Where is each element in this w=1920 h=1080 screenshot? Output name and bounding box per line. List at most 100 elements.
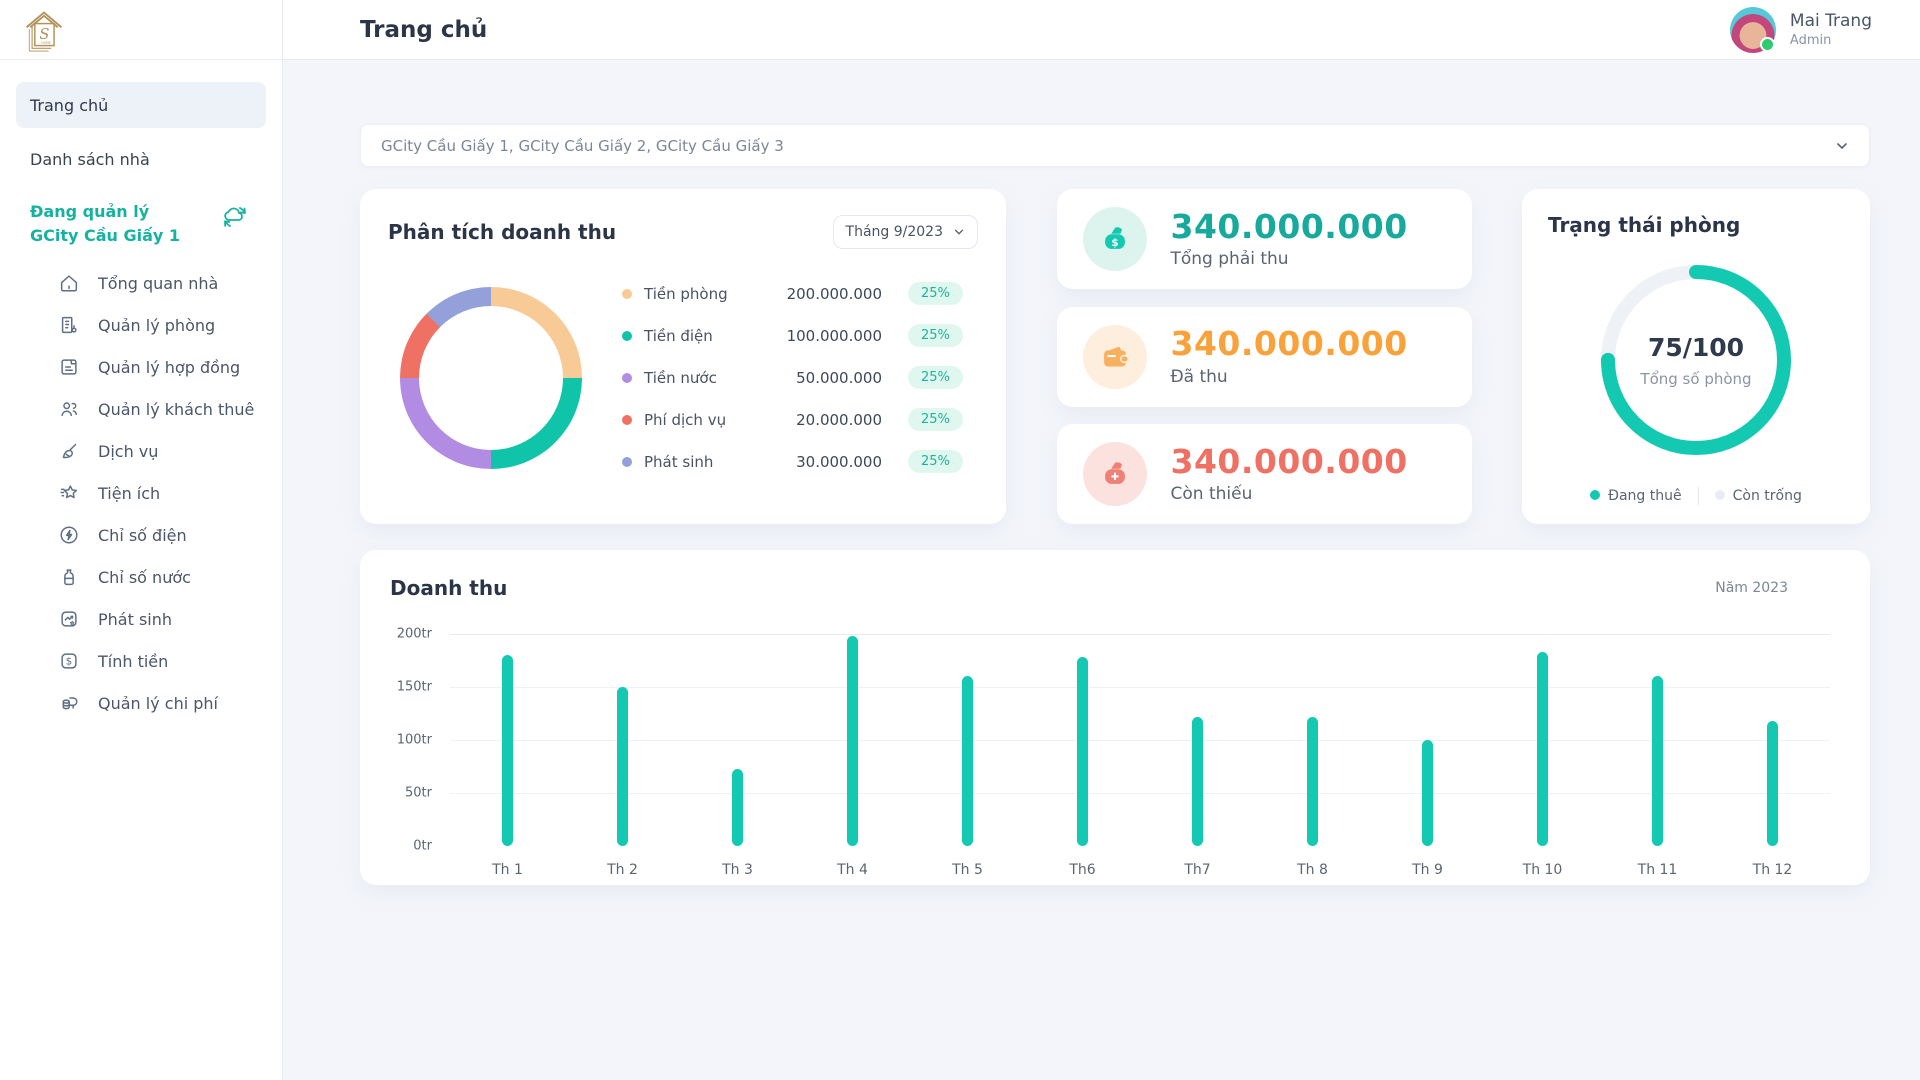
legend-dot [622, 457, 632, 467]
vacant-dot [1715, 490, 1725, 500]
sidebar-item-services[interactable]: Dịch vụ [0, 430, 282, 472]
sub-item-label: Phát sinh [98, 610, 172, 629]
stat-cards-column: $ 340.000.000 Tổng phải thu [1057, 189, 1472, 524]
svg-text:$: $ [1111, 237, 1118, 249]
star-icon [58, 482, 80, 504]
ytick-50: 50tr [405, 786, 432, 801]
bars-container [450, 634, 1830, 846]
managing-label: Đang quản lý [30, 200, 180, 224]
bar-xlabel: Th 3 [680, 862, 795, 878]
sidebar-item-house-list[interactable]: Danh sách nhà [16, 136, 266, 182]
sub-item-label: Tính tiền [98, 652, 168, 671]
occupied-label: Đang thuê [1608, 488, 1682, 504]
legend-label: Tiền nước [644, 369, 762, 387]
sub-item-label: Quản lý khách thuê [98, 400, 254, 419]
bar-chart-title: Doanh thu [390, 576, 507, 600]
sidebar-item-utilities[interactable]: Tiện ích [0, 472, 282, 514]
bar-chart-plot: 200tr 150tr 100tr 50tr 0tr [450, 634, 1830, 846]
bar [1077, 657, 1088, 846]
ytick-150: 150tr [397, 680, 432, 695]
bar-xlabel: Th 9 [1370, 862, 1485, 878]
stat-card-outstanding: 340.000.000 Còn thiếu [1057, 424, 1472, 524]
svg-text:$: $ [66, 657, 72, 668]
legend-row: Tiền nước 50.000.000 25% [622, 366, 978, 389]
legend-label: Phí dịch vụ [644, 411, 762, 429]
legend-label: Phát sinh [644, 453, 762, 471]
revenue-analysis-card: Phân tích doanh thu Tháng 9/2023 Tiền ph… [360, 189, 1006, 524]
revenue-legend: Tiền phòng 200.000.000 25% Tiền điện 100… [622, 282, 978, 473]
sidebar-item-water-meter[interactable]: Chỉ số nước [0, 556, 282, 598]
legend-row: Tiền điện 100.000.000 25% [622, 324, 978, 347]
user-menu[interactable]: Mai Trang Admin [1730, 7, 1872, 53]
month-filter-dropdown[interactable]: Tháng 9/2023 [833, 215, 978, 249]
bar [1767, 721, 1778, 846]
sidebar-item-contracts[interactable]: Quản lý hợp đồng [0, 346, 282, 388]
legend-percent-badge: 25% [908, 408, 963, 431]
sidebar-item-tenants[interactable]: Quản lý khách thuê [0, 388, 282, 430]
room-status-card: Trạng thái phòng 75/100 Tổng số phòng Đa… [1522, 189, 1870, 524]
room-count: 75/100 [1648, 333, 1744, 362]
bar-xlabel: Th 8 [1255, 862, 1370, 878]
legend-row: Phí dịch vụ 20.000.000 25% [622, 408, 978, 431]
legend-row: Phát sinh 30.000.000 25% [622, 450, 978, 473]
sidebar-subnav: Tổng quan nhà Quản lý phòng Quản lý hợp … [0, 262, 282, 724]
sync-property-icon[interactable] [218, 200, 252, 234]
billing-icon: $ [58, 650, 80, 672]
stat-card-total-receivable: $ 340.000.000 Tổng phải thu [1057, 189, 1472, 289]
sidebar-item-expenses[interactable]: Quản lý chi phí [0, 682, 282, 724]
avatar[interactable] [1730, 7, 1776, 53]
sidebar-item-incidents[interactable]: Phát sinh [0, 598, 282, 640]
bar [617, 687, 628, 846]
sidebar-item-home[interactable]: Trang chủ [16, 82, 266, 128]
revenue-analysis-title: Phân tích doanh thu [388, 220, 616, 244]
logo[interactable]: S HOME [0, 0, 282, 60]
sidebar-item-billing[interactable]: $ Tính tiền [0, 640, 282, 682]
stat-value: 340.000.000 [1171, 209, 1408, 245]
s-home-logo-icon: S HOME [22, 8, 66, 52]
sidebar-managing-property[interactable]: Đang quản lý GCity Cầu Giấy 1 [16, 200, 266, 248]
top-cards-row: Phân tích doanh thu Tháng 9/2023 Tiền ph… [360, 189, 1870, 524]
sidebar: S HOME Trang chủ Danh sách nhà Đang quản… [0, 0, 283, 1080]
room-count-caption: Tổng số phòng [1640, 370, 1751, 388]
bar-xlabel: Th7 [1140, 862, 1255, 878]
sidebar-item-rooms[interactable]: Quản lý phòng [0, 304, 282, 346]
stat-label: Tổng phải thu [1171, 249, 1408, 269]
app-root: S HOME Trang chủ Danh sách nhà Đang quản… [0, 0, 1920, 1080]
property-select[interactable]: GCity Cầu Giấy 1, GCity Cầu Giấy 2, GCit… [360, 124, 1870, 167]
bar [502, 655, 513, 846]
sidebar-nav: Trang chủ Danh sách nhà Đang quản lý GCi… [0, 60, 282, 724]
stat-value: 340.000.000 [1171, 444, 1408, 480]
bar-chart-xlabels: Th 1Th 2Th 3Th 4Th 5Th6Th7Th 8Th 9Th 10T… [450, 862, 1830, 878]
legend-dot [622, 373, 632, 383]
svg-text:HOME: HOME [41, 41, 50, 45]
main-area: Trang chủ Mai Trang Admin GCity Cầu Giấy… [283, 0, 1920, 1080]
revenue-donut-chart [400, 287, 582, 469]
bar [1307, 717, 1318, 846]
legend-percent-badge: 25% [908, 450, 963, 473]
sub-item-label: Quản lý phòng [98, 316, 215, 335]
bar-xlabel: Th 5 [910, 862, 1025, 878]
sidebar-item-label: Trang chủ [30, 96, 108, 115]
legend-value: 200.000.000 [762, 285, 882, 303]
sidebar-item-electric-meter[interactable]: Chỉ số điện [0, 514, 282, 556]
legend-row: Tiền phòng 200.000.000 25% [622, 282, 978, 305]
water-meter-icon [58, 566, 80, 588]
chevron-down-icon [953, 226, 965, 238]
bar-xlabel: Th6 [1025, 862, 1140, 878]
sub-item-label: Quản lý hợp đồng [98, 358, 240, 377]
managing-property-name: GCity Cầu Giấy 1 [30, 224, 180, 248]
bar [1422, 740, 1433, 846]
user-role: Admin [1790, 33, 1872, 48]
bar [1652, 676, 1663, 846]
bar [1537, 652, 1548, 846]
room-status-ring-chart: 75/100 Tổng số phòng [1591, 255, 1801, 465]
topbar: Trang chủ Mai Trang Admin [283, 0, 1920, 60]
sub-item-label: Tiện ích [98, 484, 160, 503]
ytick-0: 0tr [413, 839, 432, 854]
sidebar-item-overview[interactable]: Tổng quan nhà [0, 262, 282, 304]
user-name: Mai Trang [1790, 11, 1872, 31]
sub-item-label: Dịch vụ [98, 442, 158, 461]
bar [1192, 717, 1203, 846]
stat-label: Đã thu [1171, 367, 1408, 387]
stat-card-collected: 340.000.000 Đã thu [1057, 307, 1472, 407]
